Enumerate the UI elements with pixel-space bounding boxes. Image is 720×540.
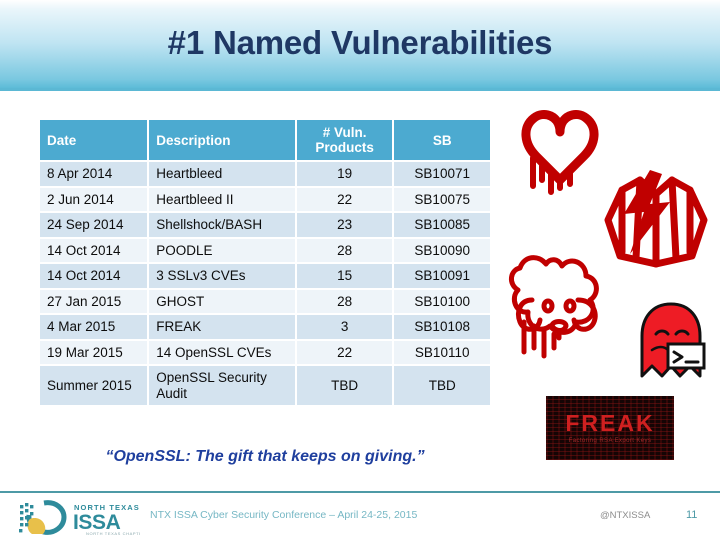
cell-sb: SB10085 [394, 213, 490, 237]
column-header-sb: SB [394, 120, 490, 161]
heartbleed-logo [508, 100, 612, 196]
page-title: #1 Named Vulnerabilities [167, 24, 553, 61]
column-header-vuln-products-line1: # Vuln. [322, 125, 367, 140]
title-underline-rule [0, 88, 720, 91]
cell-description: OpenSSL Security Audit [149, 366, 295, 406]
cell-vuln-count: 22 [296, 340, 393, 365]
freak-logo: FREAK Factoring RSA Export Keys [546, 396, 674, 460]
table-body: 8 Apr 2014 Heartbleed 19 SB10071 2 Jun 2014 H… [40, 162, 490, 406]
cell-date: 27 Jan 2015 [40, 289, 148, 314]
cell-sb: SB10090 [394, 238, 490, 263]
table-header-row: Date Description # Vuln. Products SB [40, 120, 490, 161]
column-header-date: Date [40, 120, 148, 161]
cell-vuln-count: TBD [296, 366, 393, 406]
issa-logo-sub-text: NORTH TEXAS CHAPTER [86, 531, 140, 536]
column-header-vuln-products: # Vuln. Products [296, 120, 393, 161]
cell-vuln-count: 28 [296, 289, 393, 314]
cell-sb: SB10108 [394, 315, 490, 339]
cell-description: FREAK [149, 315, 295, 339]
cell-date: 14 Oct 2014 [40, 238, 148, 263]
table-row: 14 Oct 2014 3 SSLv3 CVEs 15 SB10091 [40, 264, 490, 288]
freak-logo-subtitle: Factoring RSA Export Keys [568, 438, 652, 444]
cell-date: 24 Sep 2014 [40, 213, 148, 237]
freak-logo-wordmark: FREAK [565, 410, 655, 436]
footer-page-number: 11 [686, 509, 698, 521]
issa-logo: NORTH TEXAS ISSA NORTH TEXAS CHAPTER [16, 497, 145, 537]
cell-description: 3 SSLv3 CVEs [149, 264, 295, 288]
footer-conference-text: NTX ISSA Cyber Security Conference – Apr… [150, 509, 418, 521]
table-row: 2 Jun 2014 Heartbleed II 22 SB10075 [40, 187, 490, 212]
cell-date: Summer 2015 [40, 366, 148, 406]
cell-sb: SB10091 [394, 264, 490, 288]
footer-twitter-handle: @NTXISSA [600, 510, 651, 521]
cell-sb: SB10110 [394, 340, 490, 365]
cell-vuln-count: 28 [296, 238, 393, 263]
cell-date: 14 Oct 2014 [40, 264, 148, 288]
table-row: 24 Sep 2014 Shellshock/BASH 23 SB10085 [40, 213, 490, 237]
table-row: 14 Oct 2014 POODLE 28 SB10090 [40, 238, 490, 263]
vulnerabilities-table: Date Description # Vuln. Products SB 8 A… [38, 118, 492, 407]
cell-sb: SB10071 [394, 162, 490, 186]
column-header-vuln-products-line2: Products [315, 140, 374, 156]
table-row: Summer 2015 OpenSSL Security Audit TBD TBD [40, 366, 490, 406]
cell-description: GHOST [149, 289, 295, 314]
cell-description: POODLE [149, 238, 295, 263]
cell-date: 2 Jun 2014 [40, 187, 148, 212]
cell-sb: TBD [394, 366, 490, 406]
cell-date: 8 Apr 2014 [40, 162, 148, 186]
cell-vuln-count: 3 [296, 315, 393, 339]
table-row: 4 Mar 2015 FREAK 3 SB10108 [40, 315, 490, 339]
ghost-logo [634, 300, 708, 380]
cell-vuln-count: 23 [296, 213, 393, 237]
cell-description: Shellshock/BASH [149, 213, 295, 237]
cell-sb: SB10100 [394, 289, 490, 314]
cell-description: Heartbleed [149, 162, 295, 186]
table-header: Date Description # Vuln. Products SB [40, 120, 490, 161]
cell-date: 4 Mar 2015 [40, 315, 148, 339]
slide-canvas: #1 Named Vulnerabilities Date Descriptio… [0, 0, 720, 540]
table-row: 19 Mar 2015 14 OpenSSL CVEs 22 SB10110 [40, 340, 490, 365]
table-row: 8 Apr 2014 Heartbleed 19 SB10071 [40, 162, 490, 186]
footer-divider-rule [0, 491, 720, 493]
table-row: 27 Jan 2015 GHOST 28 SB10100 [40, 289, 490, 314]
cell-vuln-count: 19 [296, 162, 393, 186]
column-header-description: Description [149, 120, 295, 161]
poodle-logo [508, 248, 618, 364]
cell-description: 14 OpenSSL CVEs [149, 340, 295, 365]
closing-quote: “OpenSSL: The gift that keeps on giving.… [105, 448, 425, 465]
cell-date: 19 Mar 2015 [40, 340, 148, 365]
cell-vuln-count: 15 [296, 264, 393, 288]
cell-sb: SB10075 [394, 187, 490, 212]
cell-vuln-count: 22 [296, 187, 393, 212]
cell-description: Heartbleed II [149, 187, 295, 212]
